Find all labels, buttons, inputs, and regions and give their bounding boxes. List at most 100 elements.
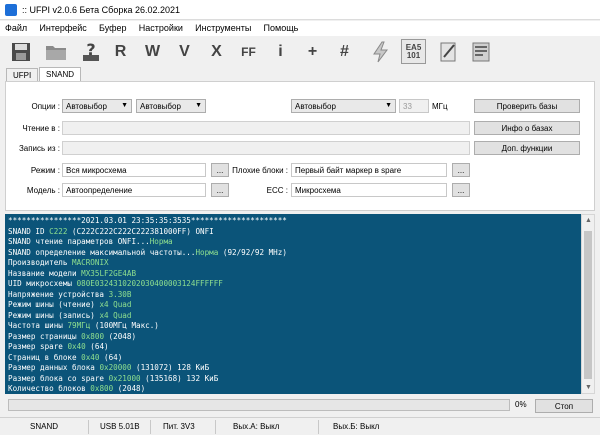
menu-file[interactable]: Файл [0,21,32,35]
chevron-down-icon: ▼ [121,102,128,109]
option2-value: Автовыбор [140,102,181,111]
log-segment: SNAND определение максимальной частоты..… [8,247,196,257]
log-segment: Напряжение устройства [8,289,109,299]
lightning-icon [372,41,388,62]
info-button[interactable]: i [268,39,293,64]
log-segment: 0x800 [81,331,105,341]
badblocks-input[interactable]: Первый байт маркер в spare [291,163,447,177]
status-separator [150,420,151,434]
log-line: SNAND чтение параметров ONFI...Норма [8,237,578,248]
badblocks-browse-button[interactable]: ... [452,163,470,177]
convert-button[interactable]: EA5 101 [401,39,426,64]
verify-button[interactable]: V [172,39,197,64]
log-line: Режим шины (чтение) x4 Quad [8,300,578,311]
save-icon [11,42,30,61]
tab-ufpi[interactable]: UFPI [6,68,39,82]
folder-icon [45,45,66,60]
log-segment: Производитель [8,258,73,267]
log-line: Название модели MX35LF2GE4AB [8,269,578,280]
log-segment: Размер блока со spare [8,373,109,383]
blank-check-button[interactable]: FF [236,39,261,64]
write-icon: W [144,42,161,60]
save-button[interactable] [8,39,33,64]
model-browse-button[interactable]: ... [211,183,229,197]
log-line: Режим шины (запись) x4 Quad [8,311,578,322]
snand-settings-panel: Опции : Автовыбор ▼ Автовыбор ▼ Автовыбо… [5,81,595,211]
log-segment: Частота шины [8,321,68,330]
verify-icon: V [179,42,190,60]
db-info-button[interactable]: Инфо о базах [474,121,580,135]
ecc-browse-button[interactable]: ... [452,183,470,197]
log-segment: ****************2021.03.01 23:35:35:3535… [8,216,287,225]
identify-button[interactable]: ? [78,39,103,64]
log-output[interactable]: ****************2021.03.01 23:35:35:3535… [5,214,581,394]
menu-help[interactable]: Помощь [259,21,304,35]
log-segment: Режим шины (запись) [8,310,100,320]
log-segment: Норма [195,247,219,257]
chip-question-icon: ? [82,41,99,61]
status-power: Пит. 3V3 [163,422,195,431]
hash-icon: # [340,42,349,60]
extra-functions-button[interactable]: Доп. функции [474,141,580,155]
status-separator [88,420,89,434]
log-segment: (2048) [113,384,146,393]
ecc-input[interactable]: Микросхема [291,183,447,197]
log-segment: UID микросхемы [8,279,77,288]
menu-buffer[interactable]: Буфер [94,21,132,35]
menu-tools[interactable]: Инструменты [190,21,256,35]
frequency-input[interactable]: 33 [399,99,429,113]
read-to-label: Чтение в : [22,124,60,133]
write-from-label: Запись из : [18,144,60,153]
ide-button[interactable] [468,39,493,64]
check-db-button[interactable]: Проверить базы [474,99,580,113]
notes-icon [440,42,455,61]
power-button[interactable] [368,39,393,64]
model-input[interactable]: Автоопределение [62,183,206,197]
log-segment: SNAND чтение параметров ONFI... [8,237,150,246]
badblocks-label: Плохие блоки : [232,166,288,175]
scroll-up-icon[interactable]: ▲ [585,217,592,224]
menu-interface[interactable]: Интерфейс [34,21,91,35]
ecc-label: ECC : [266,186,288,195]
status-separator [318,420,319,434]
read-icon: R [114,42,127,60]
read-to-input[interactable] [62,121,470,135]
log-segment: 0x40 [67,342,86,351]
write-button[interactable]: W [140,39,165,64]
log-segment: (2048) [104,331,137,341]
open-button[interactable] [43,39,68,64]
chevron-down-icon: ▼ [195,102,202,109]
notes-button[interactable] [436,39,461,64]
chevron-down-icon: ▼ [385,102,392,109]
frequency-unit: МГц [432,102,448,111]
option3-select[interactable]: Автовыбор ▼ [291,99,396,113]
stop-button[interactable]: Стоп [535,399,593,413]
ea5-icon: EA5 101 [405,42,422,60]
option1-select[interactable]: Автовыбор ▼ [62,99,132,113]
erase-button[interactable]: X [204,39,229,64]
title-bar: :: UFPI v2.0.6 Бета Сборка 26.02.2021 [0,0,600,20]
add-button[interactable]: + [300,39,325,64]
model-label: Модель : [26,186,60,195]
log-line: Размер данных блока 0x20000 (131072) 128… [8,363,578,374]
menu-settings[interactable]: Настройки [134,21,188,35]
mode-input[interactable]: Вся микросхема [62,163,206,177]
log-line: Количество блоков 0x800 (2048) [8,384,578,394]
log-scrollbar[interactable]: ▲ ▼ [581,214,595,394]
log-line: Размер страницы 0x800 (2048) [8,332,578,343]
option2-select[interactable]: Автовыбор ▼ [136,99,206,113]
log-line: Размер блока со spare 0x21000 (135168) 1… [8,374,578,385]
info-icon: i [278,42,283,60]
read-button[interactable]: R [108,39,133,64]
ff-icon: FF [241,44,256,59]
menu-bar: Файл Интерфейс Буфер Настройки Инструмен… [0,21,600,36]
log-line: SNAND определение максимальной частоты..… [8,248,578,259]
status-separator [215,420,216,434]
scroll-down-icon[interactable]: ▼ [585,384,592,391]
mode-browse-button[interactable]: ... [211,163,229,177]
erase-icon: X [211,42,222,60]
write-from-input[interactable] [62,141,470,155]
scroll-thumb[interactable] [584,231,592,379]
log-line: Напряжение устройства 3.30В [8,290,578,301]
checksum-button[interactable]: # [332,39,357,64]
